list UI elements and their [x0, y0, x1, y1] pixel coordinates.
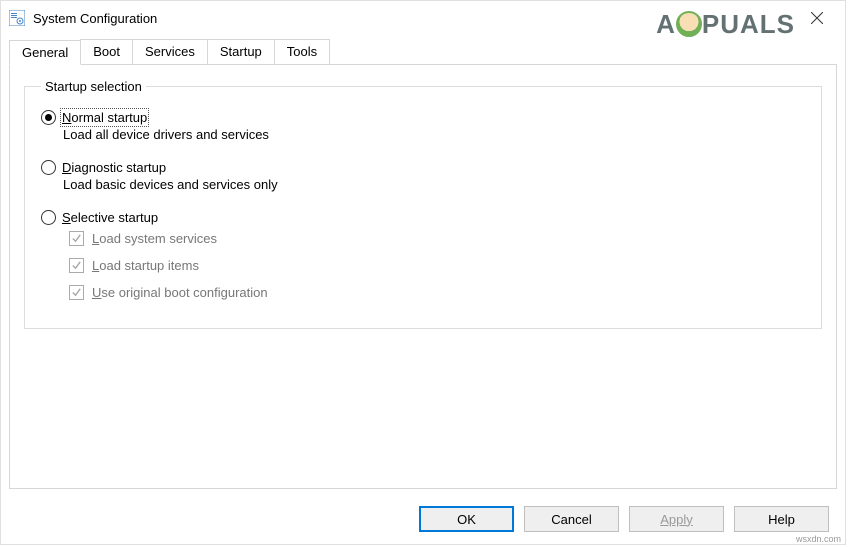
startup-selection-group: Startup selection Normal startup Load al… [24, 79, 822, 329]
option-diagnostic-startup: Diagnostic startup Load basic devices an… [41, 160, 805, 192]
help-button[interactable]: Help [734, 506, 829, 532]
titlebar: System Configuration [1, 1, 845, 35]
apply-button: Apply [629, 506, 724, 532]
tab-boot[interactable]: Boot [80, 39, 133, 64]
app-icon [9, 10, 25, 26]
cancel-button[interactable]: Cancel [524, 506, 619, 532]
radio-diagnostic-startup[interactable] [41, 160, 56, 175]
tab-startup[interactable]: Startup [207, 39, 275, 64]
check-use-original-boot-row: Use original boot configuration [69, 285, 805, 300]
option-selective-startup: Selective startup [41, 210, 805, 225]
tab-tools[interactable]: Tools [274, 39, 330, 64]
label-load-startup-items: Load startup items [92, 258, 199, 273]
label-use-original-boot: Use original boot configuration [92, 285, 268, 300]
check-use-original-boot[interactable] [69, 285, 84, 300]
tab-general[interactable]: General [9, 40, 81, 65]
desc-normal-startup: Load all device drivers and services [63, 127, 805, 142]
tab-area: General Boot Services Startup Tools Star… [9, 39, 837, 489]
window-title: System Configuration [33, 11, 797, 26]
tab-panel-general: Startup selection Normal startup Load al… [9, 64, 837, 489]
check-load-startup-items-row: Load startup items [69, 258, 805, 273]
label-load-system-services: Load system services [92, 231, 217, 246]
label-normal-startup: Normal startup [62, 110, 147, 125]
check-load-system-services-row: Load system services [69, 231, 805, 246]
close-button[interactable] [797, 3, 837, 33]
label-diagnostic-startup: Diagnostic startup [62, 160, 166, 175]
option-normal-startup: Normal startup Load all device drivers a… [41, 110, 805, 142]
ok-button[interactable]: OK [419, 506, 514, 532]
tab-services[interactable]: Services [132, 39, 208, 64]
group-legend: Startup selection [41, 79, 146, 94]
radio-selective-startup[interactable] [41, 210, 56, 225]
source-watermark: wsxdn.com [796, 534, 841, 544]
desc-diagnostic-startup: Load basic devices and services only [63, 177, 805, 192]
label-selective-startup: Selective startup [62, 210, 158, 225]
radio-normal-startup[interactable] [41, 110, 56, 125]
system-configuration-window: System Configuration APUALS General Boot… [0, 0, 846, 545]
check-load-system-services[interactable] [69, 231, 84, 246]
tab-strip: General Boot Services Startup Tools [9, 39, 837, 64]
selective-sub-options: Load system services Load startup items … [69, 231, 805, 300]
button-bar: OK Cancel Apply Help [419, 506, 829, 532]
check-load-startup-items[interactable] [69, 258, 84, 273]
